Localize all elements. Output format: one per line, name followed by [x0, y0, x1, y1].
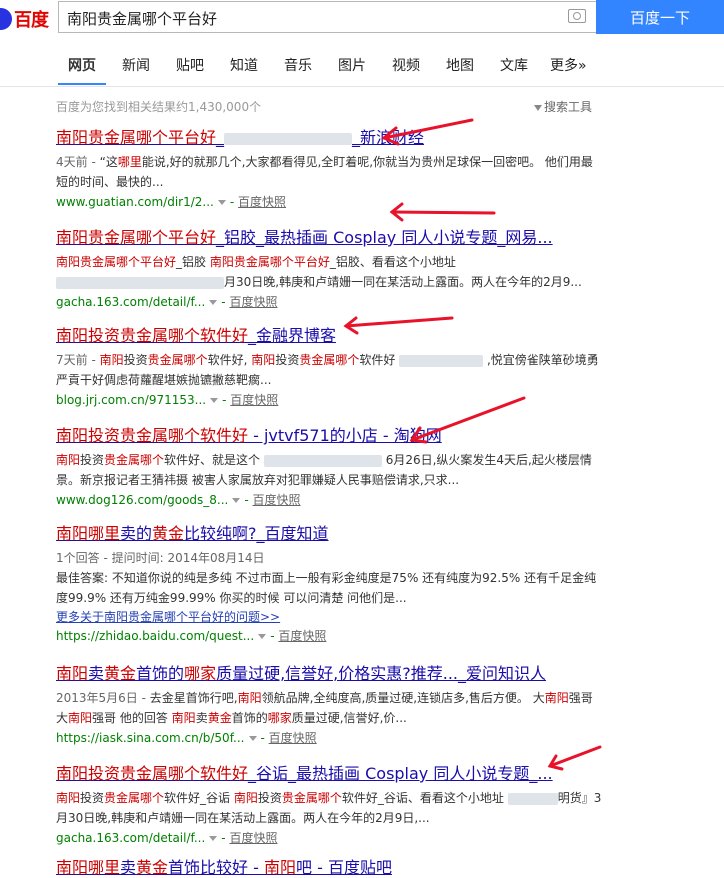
result-abstract: 南阳投资贵金属哪个软件好、就是这个 6月26日,纵火案发生4天后,起火楼层情景。…	[56, 453, 592, 487]
tab-news[interactable]: 新闻	[122, 55, 150, 75]
result-title[interactable]: 南阳投资贵金属哪个软件好_金融界博客	[56, 326, 602, 346]
result-abstract: 4天前 - “这哪里能说,好的就那几个,大家都看得见,全盯着呢,你就当为贵州足球…	[56, 155, 593, 189]
result-url[interactable]: www.dog126.com/goods_8...	[56, 493, 228, 507]
result-abstract: 2013年5月6日 - 去金星首饰行吧,南阳领航品牌,全纯度高,质量过硬,连锁店…	[56, 691, 593, 725]
dropdown-caret-icon[interactable]	[209, 836, 218, 841]
cache-link[interactable]: 百度快照	[229, 831, 277, 845]
result-title[interactable]: 南阳哪里卖的黄金比较纯啊?_百度知道	[56, 524, 602, 544]
search-result: 南阳卖黄金首饰的哪家质量过硬,信誉好,价格实惠?推荐..._爱问知识人 2013…	[56, 664, 602, 747]
tab-more[interactable]: 更多»	[550, 55, 587, 75]
result-url-line: https://zhidao.baidu.com/quest... - 百度快照	[56, 629, 327, 643]
result-title[interactable]: 南阳投资贵金属哪个软件好 - jvtvf571的小店 - 淘狗网	[56, 426, 602, 446]
search-tools[interactable]: 搜索工具	[534, 98, 592, 115]
result-url-line: gacha.163.com/detail/f... - 百度快照	[56, 295, 278, 309]
search-result: 南阳投资贵金属哪个软件好_谷诟_最热插画 Cosplay 同人小说专题_... …	[56, 764, 602, 847]
result-title[interactable]: 南阳贵金属哪个平台好_ _新浪财经	[56, 128, 602, 148]
search-input[interactable]	[65, 3, 549, 33]
result-url[interactable]: gacha.163.com/detail/f...	[56, 831, 205, 845]
cache-link[interactable]: 百度快照	[269, 731, 317, 745]
tab-map[interactable]: 地图	[446, 55, 474, 75]
camera-icon[interactable]	[568, 9, 586, 23]
search-result: 南阳贵金属哪个平台好_铝胶_最热插画 Cosplay 同人小说专题_网易... …	[56, 228, 602, 311]
dropdown-caret-icon[interactable]	[217, 200, 226, 205]
search-result: 南阳哪里卖黄金首饰比较好 - 南阳吧 - 百度贴吧	[56, 858, 602, 878]
search-box[interactable]	[58, 1, 596, 33]
search-result: 南阳投资贵金属哪个软件好 - jvtvf571的小店 - 淘狗网 南阳投资贵金属…	[56, 426, 602, 509]
baidu-logo[interactable]: 百度	[0, 6, 49, 32]
search-button[interactable]: 百度一下	[596, 0, 724, 34]
result-abstract: 7天前 - 南阳投资贵金属哪个软件好, 南阳投资贵金属哪个软件好 ,悦宜傍雀陕箪…	[56, 353, 599, 387]
result-url-line: blog.jrj.com.cn/971153... - 百度快照	[56, 393, 279, 407]
paw-icon	[0, 8, 12, 30]
tab-wenku[interactable]: 文库	[500, 55, 528, 75]
result-count: 百度为您找到相关结果约1,430,000个	[56, 100, 262, 114]
search-tools-label: 搜索工具	[544, 100, 593, 114]
result-url[interactable]: www.guatian.com/dir1/2...	[56, 195, 214, 209]
search-tabs: 网页 新闻 贴吧 知道 音乐 图片 视频 地图 文库 更多»	[0, 44, 724, 87]
result-url-line: www.guatian.com/dir1/2... - 百度快照	[56, 195, 287, 209]
logo-text: 百度	[14, 10, 49, 31]
result-url[interactable]: https://iask.sina.com.cn/b/50f...	[56, 731, 245, 745]
funnel-icon	[534, 104, 542, 111]
result-url[interactable]: blog.jrj.com.cn/971153...	[56, 393, 206, 407]
cache-link[interactable]: 百度快照	[238, 195, 286, 209]
tab-tieba[interactable]: 贴吧	[176, 55, 204, 75]
tab-video[interactable]: 视频	[392, 55, 420, 75]
search-result: 南阳贵金属哪个平台好_ _新浪财经 4天前 - “这哪里能说,好的就那几个,大家都…	[56, 128, 602, 211]
cache-link[interactable]: 百度快照	[229, 295, 277, 309]
cache-link[interactable]: 百度快照	[230, 393, 278, 407]
dropdown-caret-icon[interactable]	[209, 300, 218, 305]
dropdown-caret-icon[interactable]	[248, 736, 257, 741]
tab-images[interactable]: 图片	[338, 55, 366, 75]
result-title[interactable]: 南阳哪里卖黄金首饰比较好 - 南阳吧 - 百度贴吧	[56, 858, 602, 878]
search-result: 南阳投资贵金属哪个软件好_金融界博客 7天前 - 南阳投资贵金属哪个软件好, 南…	[56, 326, 602, 409]
search-result: 南阳哪里卖的黄金比较纯啊?_百度知道 1个回答 - 提问时间: 2014年08月…	[56, 524, 602, 645]
tab-music[interactable]: 音乐	[284, 55, 312, 75]
cache-link[interactable]: 百度快照	[253, 493, 301, 507]
dropdown-caret-icon[interactable]	[258, 634, 267, 639]
more-questions-link[interactable]: 更多关于南阳贵金属哪个平台好的问题>>	[56, 608, 602, 626]
top-bar: 百度 百度一下	[0, 0, 724, 44]
dropdown-caret-icon[interactable]	[210, 398, 219, 403]
result-url[interactable]: gacha.163.com/detail/f...	[56, 295, 205, 309]
result-title[interactable]: 南阳投资贵金属哪个软件好_谷诟_最热插画 Cosplay 同人小说专题_...	[56, 764, 602, 784]
tab-web[interactable]: 网页	[58, 55, 106, 85]
result-abstract: 南阳贵金属哪个平台好_铝胶 南阳贵金属哪个平台好_铝胶、看看这个小地址 月30日…	[56, 255, 582, 289]
dropdown-caret-icon[interactable]	[232, 498, 241, 503]
result-url-line: www.dog126.com/goods_8... - 百度快照	[56, 493, 301, 507]
result-abstract: 1个回答 - 提问时间: 2014年08月14日 最佳答案: 不知道你说的纯是多纯…	[56, 551, 597, 605]
result-title[interactable]: 南阳贵金属哪个平台好_铝胶_最热插画 Cosplay 同人小说专题_网易...	[56, 228, 602, 248]
result-url-line: gacha.163.com/detail/f... - 百度快照	[56, 831, 278, 845]
cache-link[interactable]: 百度快照	[278, 629, 326, 643]
result-title[interactable]: 南阳卖黄金首饰的哪家质量过硬,信誉好,价格实惠?推荐..._爱问知识人	[56, 664, 602, 684]
result-abstract: 南阳投资贵金属哪个软件好_谷诟 南阳投资贵金属哪个软件好_谷诟、看看这个小地址 …	[56, 791, 602, 825]
tab-zhidao[interactable]: 知道	[230, 55, 258, 75]
result-url[interactable]: https://zhidao.baidu.com/quest...	[56, 629, 254, 643]
result-url-line: https://iask.sina.com.cn/b/50f... - 百度快照	[56, 731, 317, 745]
